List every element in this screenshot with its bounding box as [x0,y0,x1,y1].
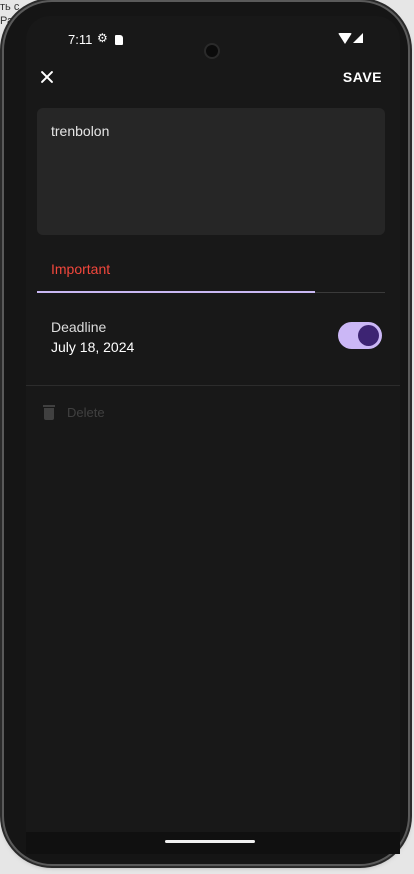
phone-frame: 7:11 ⚙ SAVE trenbolon Important Deadline… [4,2,408,864]
front-camera-icon [206,45,218,57]
app-screen: 7:11 ⚙ SAVE trenbolon Important Deadline… [26,16,400,832]
wifi-icon [338,33,352,44]
deadline-label: Deadline [51,319,107,335]
task-text-field[interactable]: trenbolon [37,108,385,235]
gear-icon: ⚙ [97,31,108,45]
close-icon[interactable] [38,68,56,86]
delete-button[interactable]: Delete [40,402,160,424]
importance-value: Important [51,261,111,277]
status-bar: 7:11 ⚙ [26,30,400,57]
delete-label: Delete [67,405,105,420]
home-indicator[interactable] [165,840,255,843]
divider [26,385,400,386]
save-button[interactable]: SAVE [343,69,382,85]
trash-icon [43,405,55,420]
deadline-date[interactable]: July 18, 2024 [51,339,134,355]
status-time: 7:11 [68,32,93,47]
importance-underline-active [37,291,315,293]
signal-icon [353,33,363,43]
task-text-value: trenbolon [51,123,110,139]
background-text-line: ть с [0,1,20,13]
deadline-toggle-thumb [358,325,379,346]
importance-dropdown[interactable]: Important [37,248,385,293]
sd-card-icon [115,35,123,45]
navigation-bar [26,832,400,854]
deadline-toggle[interactable] [338,322,382,349]
